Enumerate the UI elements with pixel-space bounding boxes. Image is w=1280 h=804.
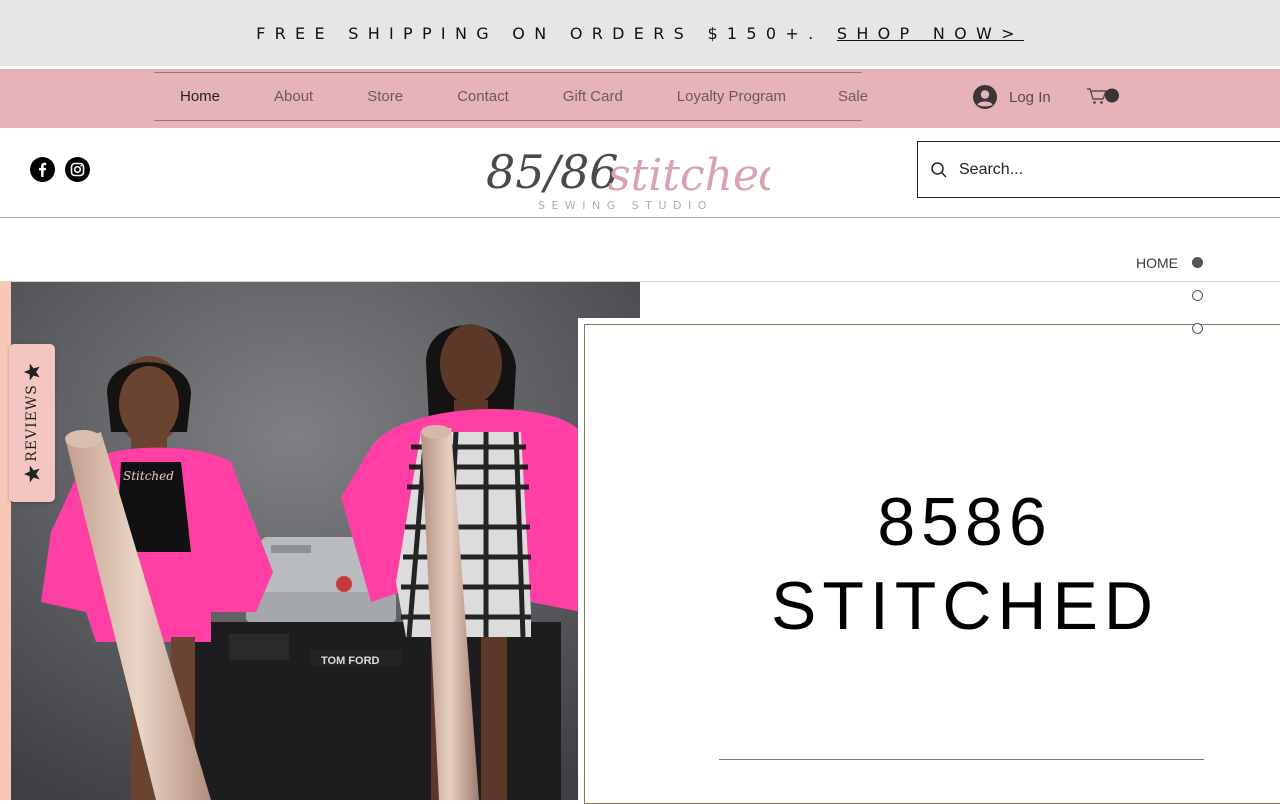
logo-tagline: SEWING STUDIO bbox=[538, 199, 713, 212]
hero-title-divider bbox=[719, 759, 1204, 760]
promo-bar: FREE SHIPPING ON ORDERS $150+. SHOP NOW> bbox=[0, 0, 1280, 66]
shop-now-link[interactable]: SHOP NOW> bbox=[837, 24, 1024, 43]
instagram-glyph bbox=[70, 162, 85, 177]
instagram-icon[interactable] bbox=[65, 157, 90, 182]
search-input[interactable] bbox=[957, 159, 1261, 180]
header-divider bbox=[0, 217, 1280, 218]
login-button[interactable]: Log In bbox=[973, 85, 1051, 109]
studio-owners-illustration: TOM FORD Stitched bbox=[11, 282, 640, 800]
hero-photo: TOM FORD Stitched bbox=[11, 282, 640, 800]
hero-title: 8586 STITCHED bbox=[771, 484, 1159, 644]
photo-book-text: TOM FORD bbox=[321, 655, 380, 667]
nav-item-about[interactable]: About bbox=[274, 88, 313, 105]
reviews-label: REVIEWS bbox=[24, 384, 40, 462]
login-label: Log In bbox=[1009, 88, 1051, 106]
star-icon bbox=[23, 465, 40, 483]
nav-item-sale[interactable]: Sale bbox=[838, 88, 868, 105]
star-icon bbox=[23, 363, 40, 381]
promo-text: FREE SHIPPING ON ORDERS $150+. SHOP NOW> bbox=[256, 24, 1024, 43]
search-box[interactable] bbox=[917, 141, 1280, 198]
main-menu: Home About Store Contact Gift Card Loyal… bbox=[154, 72, 868, 121]
anchor-dot-section-3[interactable] bbox=[1192, 323, 1203, 334]
nav-item-loyalty-program[interactable]: Loyalty Program bbox=[677, 88, 786, 105]
facebook-f-glyph bbox=[38, 162, 47, 177]
nav-item-contact[interactable]: Contact bbox=[457, 88, 509, 105]
nav-item-home[interactable]: Home bbox=[180, 88, 220, 105]
anchor-label-home[interactable]: HOME bbox=[1130, 255, 1178, 271]
user-avatar-icon bbox=[973, 85, 997, 109]
search-icon bbox=[931, 161, 947, 178]
facebook-icon[interactable] bbox=[30, 157, 55, 182]
brand-logo[interactable]: 85/86 stitched SEWING STUDIO bbox=[480, 128, 770, 216]
anchor-dot-section-2[interactable] bbox=[1192, 290, 1203, 301]
logo-script: stitched bbox=[608, 150, 770, 201]
logo-numerals: 85/86 bbox=[486, 145, 619, 199]
nav-item-store[interactable]: Store bbox=[367, 88, 403, 105]
photo-shirt-text: Stitched bbox=[123, 469, 174, 483]
cart-icon[interactable] bbox=[1086, 86, 1122, 106]
promo-message: FREE SHIPPING ON ORDERS $150+. bbox=[256, 23, 837, 43]
reviews-tab[interactable]: REVIEWS bbox=[9, 344, 55, 502]
anchor-dot-home[interactable] bbox=[1192, 257, 1203, 268]
nav-item-gift-card[interactable]: Gift Card bbox=[563, 88, 623, 105]
